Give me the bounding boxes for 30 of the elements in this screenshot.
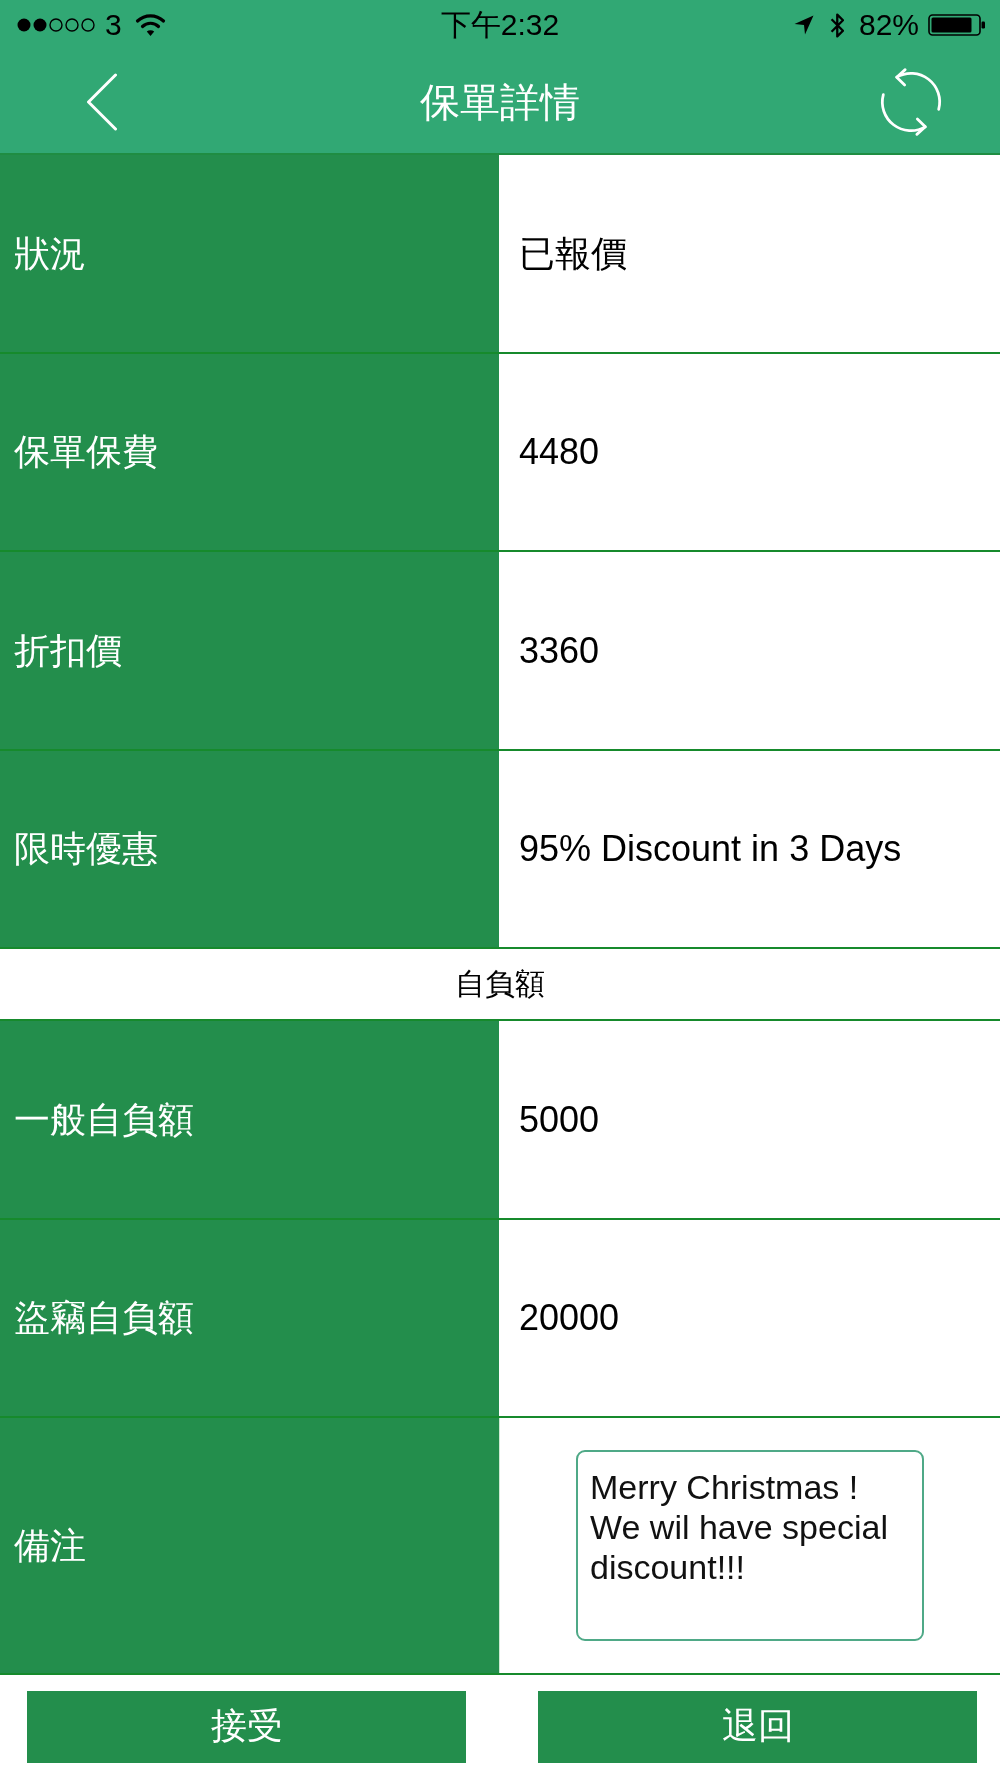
field-label: 一般自負額 bbox=[14, 1097, 194, 1141]
field-value: 已報價 bbox=[519, 231, 627, 275]
field-label: 保單保費 bbox=[14, 430, 158, 474]
field-value: 95% Discount in 3 Days bbox=[519, 827, 902, 871]
carrier-text: 3 bbox=[105, 10, 122, 40]
field-label: 限時優惠 bbox=[14, 827, 158, 871]
battery-icon bbox=[928, 14, 986, 36]
screen-title: 保單詳情 bbox=[420, 78, 580, 126]
field-value: 20000 bbox=[519, 1296, 620, 1340]
back-button[interactable] bbox=[86, 72, 118, 131]
field-label: 折扣價 bbox=[14, 628, 122, 672]
field-label: 備注 bbox=[14, 1523, 86, 1568]
notes-field[interactable]: Merry Christmas ! We wil have special discount!!! bbox=[576, 1450, 924, 1641]
field-value: 3360 bbox=[519, 628, 600, 672]
chevron-left-icon bbox=[86, 72, 118, 131]
field-value: 5000 bbox=[519, 1097, 600, 1141]
wifi-icon bbox=[134, 13, 166, 37]
refresh-icon bbox=[879, 66, 943, 137]
field-label: 盜竊自負額 bbox=[14, 1296, 194, 1340]
location-arrow-icon bbox=[793, 15, 814, 35]
status-time: 下午2:32 bbox=[440, 10, 560, 40]
field-value: 4480 bbox=[519, 430, 600, 474]
section-heading: 自負額 bbox=[455, 966, 545, 1002]
battery-percentage: 82% bbox=[858, 10, 919, 40]
field-label: 狀況 bbox=[14, 231, 86, 275]
signal-icon bbox=[16, 17, 96, 33]
action-button[interactable]: 接受 bbox=[27, 1690, 466, 1763]
bluetooth-icon bbox=[829, 12, 844, 38]
action-button[interactable]: 退回 bbox=[538, 1690, 977, 1763]
refresh-button[interactable] bbox=[879, 66, 943, 137]
